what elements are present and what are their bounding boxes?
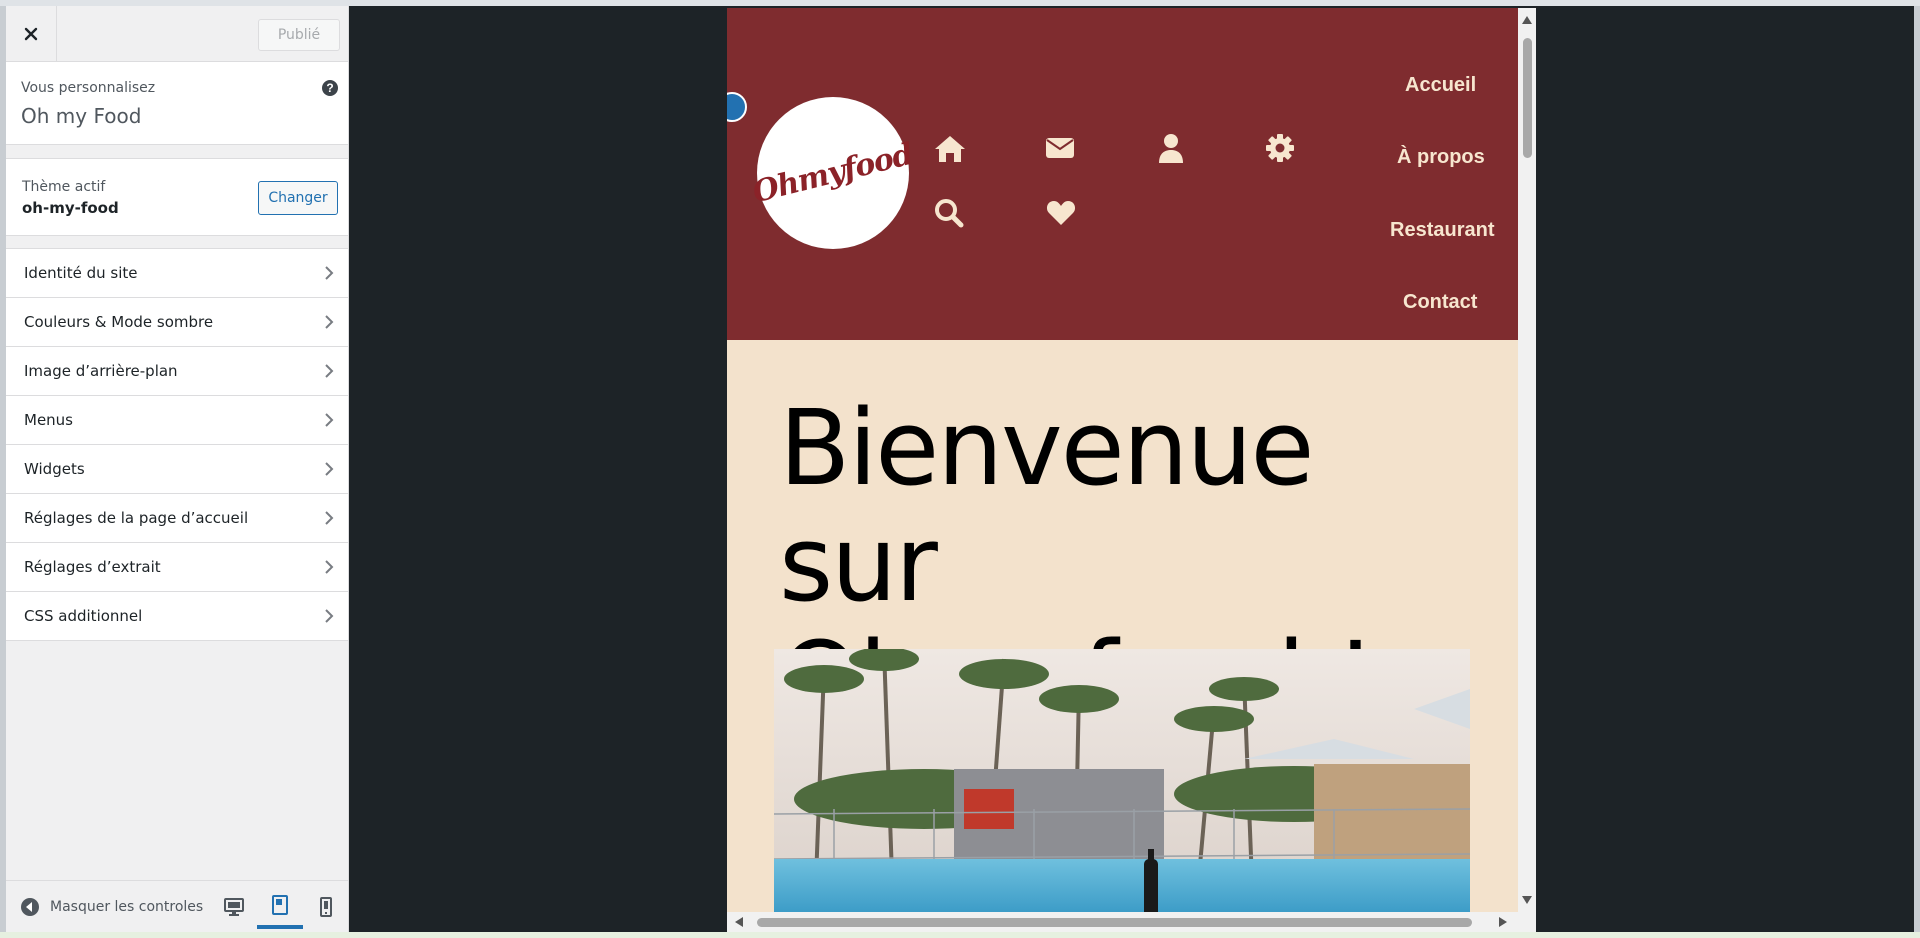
customizer-sidebar: Publié Vous personnalisez Oh my Food ? T… — [6, 6, 349, 932]
desktop-preview-button[interactable] — [211, 885, 257, 929]
publish-button[interactable]: Publié — [258, 19, 340, 51]
collapse-arrow-icon — [21, 898, 39, 916]
close-icon — [24, 27, 38, 40]
menu-item-label: Menus — [24, 411, 73, 429]
sidebar-footer: Masquer les controles — [6, 880, 348, 932]
customizer-window: Publié Vous personnalisez Oh my Food ? T… — [6, 6, 1914, 932]
help-icon[interactable]: ? — [322, 80, 338, 96]
chevron-right-icon — [325, 511, 334, 525]
menu-item-label: Identité du site — [24, 264, 138, 282]
site-header: Ohmyfood Accueil À propos Restaurant Con… — [727, 8, 1518, 340]
chevron-right-icon — [325, 315, 334, 329]
sidebar-header: Publié — [6, 6, 348, 62]
chevron-right-icon — [325, 609, 334, 623]
nav-link-about[interactable]: À propos — [1397, 146, 1485, 169]
menu-item-additional-css[interactable]: CSS additionnel — [6, 591, 348, 641]
chevron-right-icon — [325, 462, 334, 476]
chevron-right-icon — [325, 560, 334, 574]
site-preview: Ohmyfood Accueil À propos Restaurant Con… — [727, 8, 1518, 932]
welcome-line-1: Bienvenue sur — [779, 387, 1314, 625]
mobile-icon — [320, 897, 332, 917]
chevron-right-icon — [325, 364, 334, 378]
scroll-left-arrow-icon[interactable] — [735, 917, 743, 927]
menu-item-label: Couleurs & Mode sombre — [24, 313, 214, 331]
site-name: Oh my Food — [21, 104, 142, 128]
tablet-icon — [272, 895, 288, 915]
tablet-preview-button[interactable] — [257, 885, 303, 929]
menu-item-colors[interactable]: Couleurs & Mode sombre — [6, 297, 348, 346]
theme-label: Thème actif — [22, 179, 106, 195]
theme-name: oh-my-food — [22, 199, 119, 217]
hide-controls-label: Masquer les controles — [50, 899, 204, 915]
search-icon[interactable] — [934, 198, 964, 228]
change-theme-button[interactable]: Changer — [258, 181, 338, 215]
menu-item-background-image[interactable]: Image d’arrière-plan — [6, 346, 348, 395]
preview-vertical-scrollbar[interactable] — [1518, 8, 1536, 932]
menu-item-site-identity[interactable]: Identité du site — [6, 248, 348, 297]
menu-item-widgets[interactable]: Widgets — [6, 444, 348, 493]
menu-item-excerpt-settings[interactable]: Réglages d’extrait — [6, 542, 348, 591]
menu-item-label: Widgets — [24, 460, 85, 478]
chevron-right-icon — [325, 413, 334, 427]
gear-icon[interactable] — [1265, 133, 1295, 163]
menu-item-menus[interactable]: Menus — [6, 395, 348, 444]
home-icon[interactable] — [933, 134, 967, 164]
nav-link-restaurant[interactable]: Restaurant — [1390, 219, 1494, 242]
browser-bottom-strip — [0, 932, 1920, 938]
edit-shortcut-icon[interactable] — [727, 92, 747, 122]
customizing-subtitle: Vous personnalisez — [21, 80, 156, 96]
customize-info-panel: Vous personnalisez Oh my Food ? — [6, 62, 348, 145]
close-button[interactable] — [6, 6, 57, 61]
hide-controls-button[interactable]: Masquer les controles — [20, 897, 203, 917]
logo-text: Ohmyfood — [749, 136, 917, 210]
envelope-icon[interactable] — [1045, 136, 1075, 160]
site-logo[interactable]: Ohmyfood — [750, 97, 916, 249]
hero-image — [774, 649, 1470, 932]
preview-horizontal-scrollbar[interactable] — [727, 912, 1518, 932]
menu-item-homepage-settings[interactable]: Réglages de la page d’accueil — [6, 493, 348, 542]
mobile-preview-button[interactable] — [303, 885, 349, 929]
nav-link-contact[interactable]: Contact — [1403, 291, 1477, 314]
scroll-right-arrow-icon[interactable] — [1499, 917, 1507, 927]
scroll-down-arrow-icon[interactable] — [1522, 896, 1532, 904]
horizontal-scroll-thumb[interactable] — [757, 918, 1472, 927]
user-icon[interactable] — [1157, 132, 1185, 164]
active-theme-panel: Thème actif oh-my-food Changer — [6, 158, 348, 236]
nav-link-home[interactable]: Accueil — [1405, 74, 1476, 97]
vertical-scroll-thumb[interactable] — [1523, 38, 1532, 158]
heart-icon[interactable] — [1046, 199, 1076, 227]
chevron-right-icon — [325, 266, 334, 280]
menu-item-label: Réglages d’extrait — [24, 558, 161, 576]
customizer-menu: Identité du site Couleurs & Mode sombre … — [6, 248, 348, 641]
menu-item-label: Image d’arrière-plan — [24, 362, 178, 380]
scroll-up-arrow-icon[interactable] — [1522, 16, 1532, 24]
menu-item-label: CSS additionnel — [24, 607, 143, 625]
desktop-icon — [224, 898, 244, 916]
menu-item-label: Réglages de la page d’accueil — [24, 509, 249, 527]
